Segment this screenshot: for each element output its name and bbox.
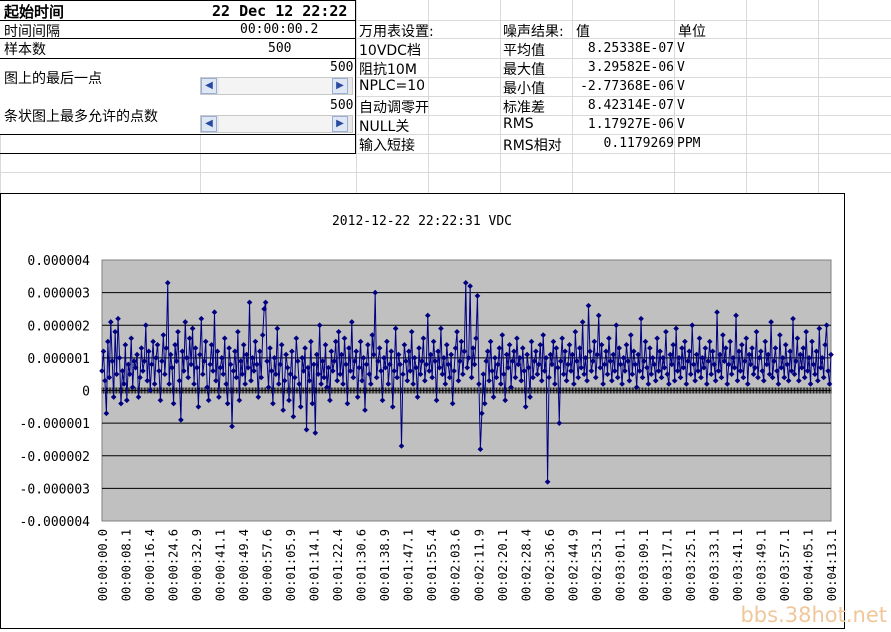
arrow-right-icon[interactable]: ▶ (332, 78, 348, 94)
x-tick-label: 00:00:08.1 (120, 529, 134, 601)
x-tick-label: 00:03:33.1 (707, 529, 721, 601)
x-tick-label: 00:03:25.1 (684, 529, 698, 601)
noise-header: 噪声结果: (503, 24, 564, 40)
last-point-label: 图上的最后一点 (4, 71, 102, 87)
y-tick-label: -0.000002 (20, 450, 90, 465)
y-tick-label: 0.000004 (27, 254, 90, 269)
chart-area: 2012-12-22 22:22:31 VDC 0.000004 0.000003 0… (0, 193, 845, 629)
y-tick-label: 0.000002 (27, 319, 90, 334)
arrow-left-icon[interactable]: ◀ (201, 116, 217, 132)
start-time-label: 起始时间 (4, 3, 65, 21)
result-value: 1.17927E-06 (587, 117, 674, 132)
x-tick-label: 00:03:17.1 (660, 529, 674, 601)
result-value: 0.1179269 (603, 136, 674, 151)
result-value: 3.29582E-06 (587, 60, 674, 75)
x-tick-label: 00:00:41.1 (214, 529, 228, 601)
x-tick-label: 00:00:32.9 (190, 529, 204, 601)
result-unit: V (677, 98, 685, 113)
x-tick-label: 00:03:57.1 (778, 529, 792, 601)
watermark: bbs.38hot.net (740, 603, 887, 627)
setting-item: 阻抗10M (359, 62, 417, 78)
interval-label: 时间间隔 (4, 24, 60, 40)
y-tick-label: -0.000001 (20, 417, 90, 432)
y-tick-label: -0.000003 (20, 482, 90, 497)
chart-title: 2012-12-22 22:22:31 VDC (332, 214, 512, 229)
x-tick-label: 00:02:36.6 (543, 529, 557, 601)
setting-item: NULL关 (359, 119, 410, 135)
x-tick-label: 00:02:20.1 (496, 529, 510, 601)
x-tick-label: 00:04:13.1 (825, 529, 839, 601)
scrollbar-track[interactable] (219, 78, 334, 94)
x-tick-label: 00:01:30.6 (355, 529, 369, 601)
result-unit: V (677, 60, 685, 75)
x-tick-label: 00:03:49.1 (754, 529, 768, 601)
spreadsheet: 起始时间 22 Dec 12 22:22 时间间隔 00:00:00.2 样本数… (0, 0, 891, 193)
result-name: 平均值 (503, 43, 545, 59)
x-tick-label: 00:00:00.0 (96, 529, 110, 601)
x-tick-label: 00:00:57.6 (261, 529, 275, 601)
interval-value: 00:00:00.2 (240, 22, 319, 37)
y-tick-label: 0.000003 (27, 287, 90, 302)
x-tick-label: 00:02:03.6 (449, 529, 463, 601)
x-tick-label: 00:02:28.4 (519, 529, 533, 601)
setting-item: NPLC=10 (359, 78, 426, 94)
x-tick-label: 00:02:44.9 (566, 529, 580, 601)
arrow-right-icon[interactable]: ▶ (332, 116, 348, 132)
x-tick-label: 00:02:11.9 (472, 529, 486, 601)
x-tick-label: 00:02:53.1 (590, 529, 604, 601)
line-chart: 2012-12-22 22:22:31 VDC 0.000004 0.000003 0… (20, 214, 839, 601)
result-name: 最大值 (503, 62, 545, 78)
x-tick-label: 00:03:41.1 (731, 529, 745, 601)
result-name: 标准差 (503, 100, 545, 116)
setting-item: 自动调零开 (359, 100, 429, 116)
settings-header: 万用表设置: (359, 24, 434, 40)
x-tick-label: 00:03:09.1 (637, 529, 651, 601)
setting-item: 输入短接 (359, 138, 415, 154)
result-unit: V (677, 41, 685, 56)
y-tick-label: 0.000001 (27, 352, 90, 367)
samples-value: 500 (268, 41, 292, 56)
max-points-label: 条状图上最多允许的点数 (4, 109, 158, 125)
x-tick-label: 00:01:55.4 (425, 529, 439, 601)
result-name: 最小值 (503, 81, 545, 97)
x-tick-label: 00:01:47.1 (402, 529, 416, 601)
y-tick-label: -0.000004 (20, 515, 91, 530)
value-header: 值 (576, 24, 590, 40)
max-points-value: 500 (330, 98, 354, 113)
result-value: 8.25338E-07 (587, 41, 674, 56)
scrollbar-track[interactable] (219, 116, 334, 132)
x-tick-label: 00:01:38.9 (378, 529, 392, 601)
setting-item: 10VDC档 (359, 43, 421, 59)
result-name: RMS相对 (503, 138, 562, 154)
x-tick-label: 00:00:16.4 (143, 529, 157, 601)
x-tick-label: 00:04:05.1 (801, 529, 815, 601)
x-tick-label: 00:00:24.6 (167, 529, 181, 601)
arrow-left-icon[interactable]: ◀ (201, 78, 217, 94)
result-unit: PPM (677, 136, 701, 151)
max-points-scrollbar[interactable]: ◀ ▶ (200, 115, 353, 133)
result-unit: V (677, 79, 685, 94)
x-tick-label: 00:01:22.4 (331, 529, 345, 601)
unit-header: 单位 (678, 24, 706, 40)
x-tick-label: 00:01:05.9 (284, 529, 298, 601)
x-tick-label: 00:03:01.1 (613, 529, 627, 601)
x-tick-label: 00:00:49.4 (237, 529, 251, 601)
y-tick-label: 0 (82, 385, 90, 400)
last-point-value: 500 (330, 60, 354, 75)
last-point-scrollbar[interactable]: ◀ ▶ (200, 77, 353, 95)
result-unit: V (677, 117, 685, 132)
start-time-value: 22 Dec 12 22:22 (212, 2, 348, 20)
x-tick-label: 00:01:14.1 (308, 529, 322, 601)
result-value: -2.77368E-06 (580, 79, 674, 94)
samples-label: 样本数 (4, 42, 46, 58)
result-value: 8.42314E-07 (587, 98, 674, 113)
result-name: RMS (503, 116, 534, 132)
